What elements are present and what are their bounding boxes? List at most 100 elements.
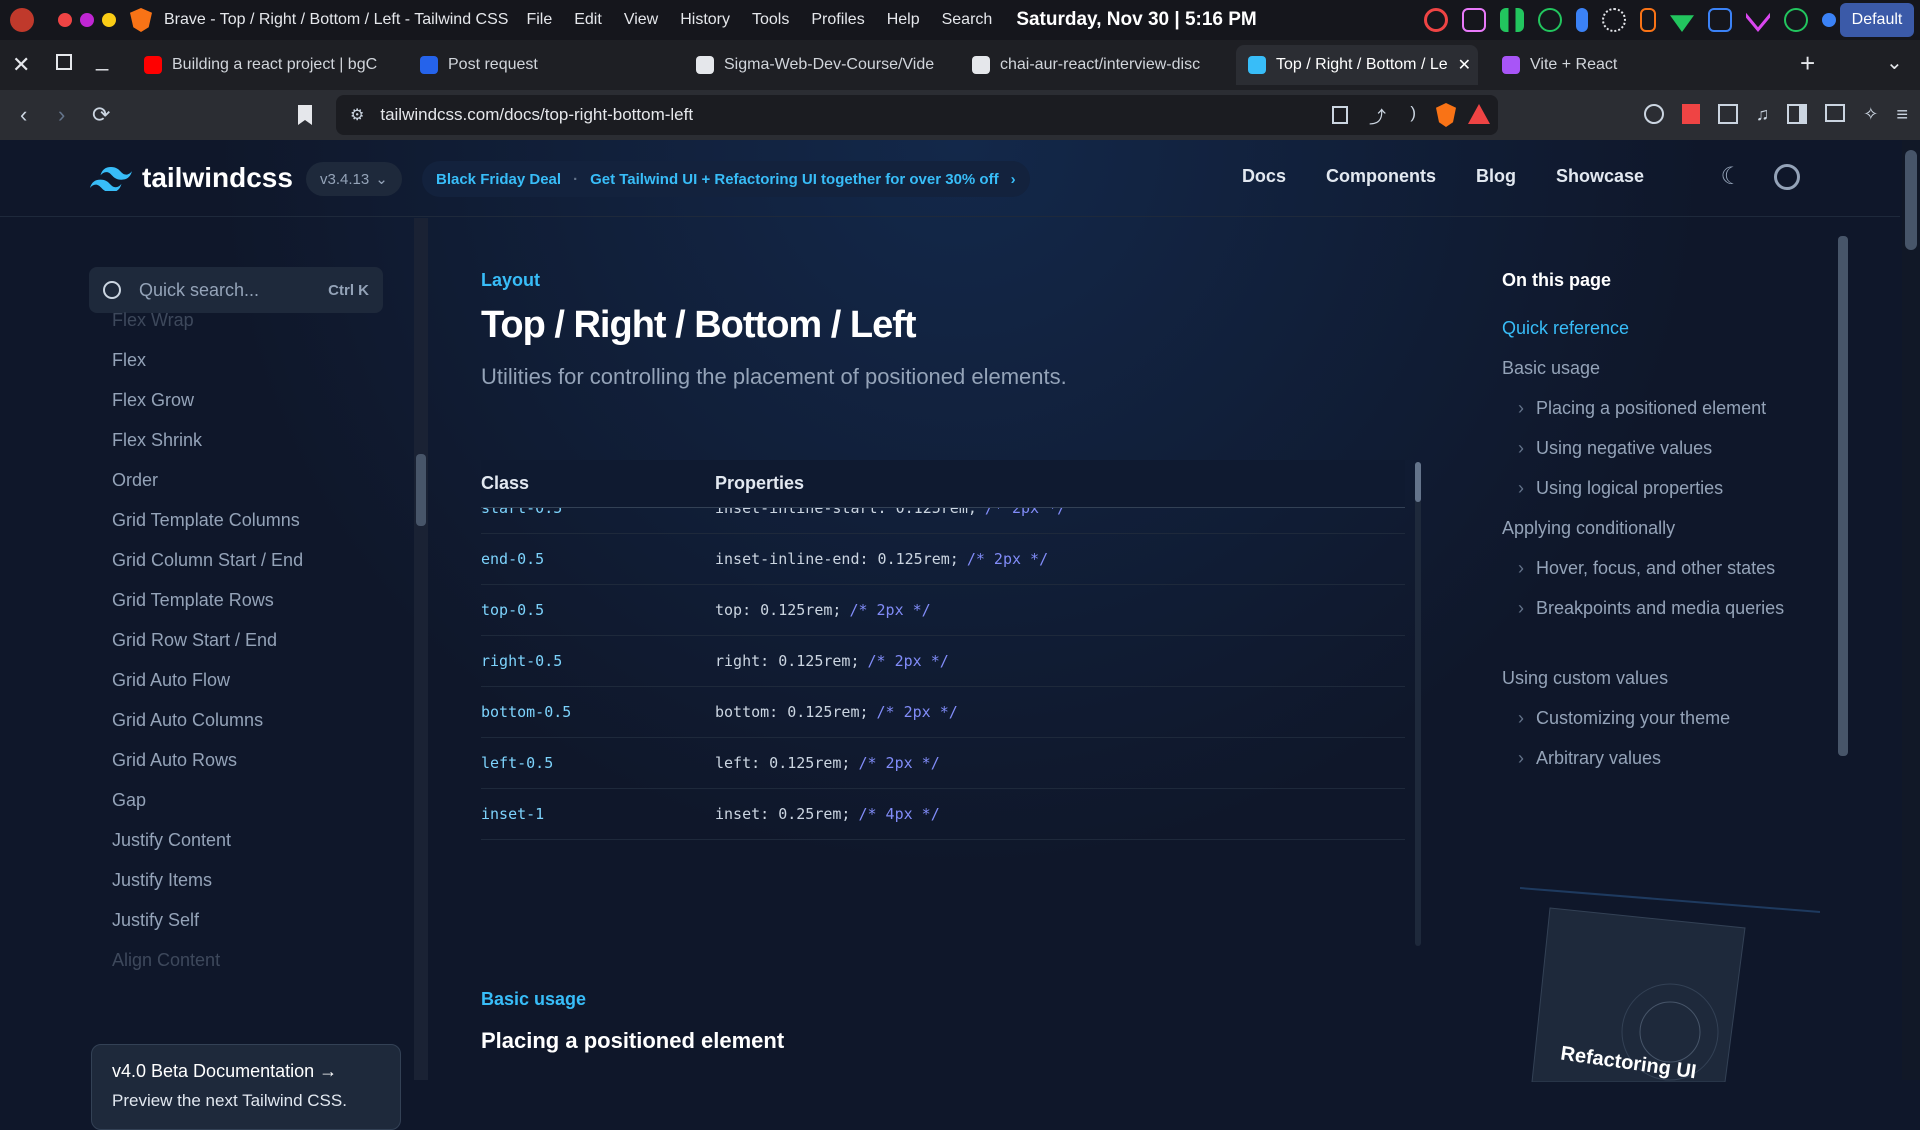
url-field[interactable]: ⚙ tailwindcss.com/docs/top-right-bottom-… [336,95,1498,135]
content-scrollbar-thumb[interactable] [1838,236,1848,756]
rss-icon[interactable]: ) [1410,103,1416,123]
bookmark-icon[interactable] [298,105,312,125]
user-icon[interactable] [1784,8,1808,32]
menu-search[interactable]: Search [942,11,993,29]
apps-icon[interactable] [1822,13,1836,27]
table-scrollbar[interactable] [1415,462,1421,946]
bluetooth-icon[interactable] [1576,8,1588,32]
content-scrollbar[interactable] [1836,220,1850,1080]
menu-history[interactable]: History [680,11,730,29]
sidebar-item-flex-shrink[interactable]: Flex Shrink [112,420,412,460]
tab-list-icon[interactable]: ⌄ [1886,50,1903,75]
menu-tools[interactable]: Tools [752,11,789,29]
github-icon[interactable] [1774,164,1800,190]
nav-blog[interactable]: Blog [1476,166,1516,187]
sidebar-item-grid-template-rows[interactable]: Grid Template Rows [112,580,412,620]
stop-icon[interactable] [1424,8,1448,32]
leo-ai-icon[interactable]: ✧ [1863,104,1878,127]
menu-icon[interactable]: ≡ [1896,104,1908,127]
wifi-icon[interactable] [1670,15,1694,32]
theme-toggle-icon[interactable]: ☾ [1720,162,1742,191]
tab-1[interactable]: Post request [408,45,672,85]
sidebar-scrollbar[interactable] [414,218,428,1080]
brave-shields-icon[interactable] [1436,103,1456,127]
toc-item-using-custom-values[interactable]: Using custom values [1502,663,1668,693]
tab-4[interactable]: Top / Right / Bottom / Le ✕ [1236,45,1478,85]
toc-item-hover-focus-and-other-states[interactable]: Hover, focus, and other states [1502,553,1792,583]
reader-mode-icon[interactable] [1332,106,1348,124]
media-icon[interactable]: ♫ [1756,104,1770,127]
sidebar-scrollbar-thumb[interactable] [416,454,426,526]
refactoring-ui-promo[interactable]: Refactoring UI [1519,882,1821,1083]
sidebar-item-grid-column-start-end[interactable]: Grid Column Start / End [112,540,412,580]
profile-button[interactable]: Default [1840,3,1914,37]
reading-list-icon[interactable] [1681,104,1700,124]
tab-5[interactable]: Vite + React [1490,45,1730,85]
system-menu-icon[interactable] [10,8,34,32]
page-scrollbar[interactable] [1902,140,1920,1080]
toc-item-placing-a-positioned-element[interactable]: Placing a positioned element [1502,393,1792,423]
wallet-icon[interactable] [1825,104,1846,122]
power-icon[interactable] [1708,8,1732,32]
toc-item-using-negative-values[interactable]: Using negative values [1502,433,1792,463]
tab-close-icon[interactable]: ✕ [1458,55,1471,75]
sidebar-item-grid-auto-flow[interactable]: Grid Auto Flow [112,660,412,700]
site-info-icon[interactable]: ⚙ [350,105,364,125]
menu-profiles[interactable]: Profiles [811,11,864,29]
site-logo[interactable]: tailwindcss [90,162,293,194]
nav-docs[interactable]: Docs [1242,166,1286,187]
forward-icon[interactable]: › [58,102,65,128]
sidebar-item-justify-items[interactable]: Justify Items [112,860,412,900]
new-tab-icon[interactable]: + [1800,48,1815,79]
back-icon[interactable]: ‹ [20,102,27,128]
table-body[interactable]: bottom: 0.125rem;/* 2px */start-0.5inset… [481,460,1405,840]
pause-icon[interactable] [1500,8,1524,32]
extensions-icon[interactable] [1717,104,1738,124]
tab-2[interactable]: Sigma-Web-Dev-Course/Vide [684,45,948,85]
table-scrollbar-thumb[interactable] [1415,462,1421,502]
sidebar-item-grid-auto-columns[interactable]: Grid Auto Columns [112,700,412,740]
sidebar-icon[interactable] [1787,104,1808,124]
minimize-icon[interactable]: _ [96,46,108,72]
brightness-icon[interactable] [1602,8,1626,32]
menu-file[interactable]: File [526,11,552,29]
sidebar-item-grid-template-columns[interactable]: Grid Template Columns [112,500,412,540]
tab-0[interactable]: Building a react project | bgC [132,45,396,85]
close-window-button[interactable] [58,13,72,27]
alarm-icon[interactable] [1643,104,1664,124]
sidebar-item-grid-auto-rows[interactable]: Grid Auto Rows [112,740,412,780]
sidebar-item-gap[interactable]: Gap [112,780,412,820]
volume-icon[interactable] [1538,8,1562,32]
toc-item-customizing-your-theme[interactable]: Customizing your theme [1502,703,1792,733]
promo-banner[interactable]: Black Friday Deal · Get Tailwind UI + Re… [422,161,1030,197]
maximize-window-button[interactable] [102,13,116,27]
nav-showcase[interactable]: Showcase [1556,166,1644,187]
nav-components[interactable]: Components [1326,166,1436,187]
tab-3[interactable]: chai-aur-react/interview-disc [960,45,1224,85]
toc-item-arbitrary-values[interactable]: Arbitrary values [1502,743,1792,773]
toc-item-breakpoints-and-media-queries[interactable]: Breakpoints and media queries [1502,593,1792,623]
calendar-icon[interactable] [1462,8,1486,32]
beta-docs-card[interactable]: v4.0 Beta Documentation → Preview the ne… [91,1044,401,1130]
minimize-window-button[interactable] [80,13,94,27]
brave-rewards-icon[interactable] [1468,104,1490,124]
mail-icon[interactable] [1746,12,1770,32]
menu-help[interactable]: Help [887,11,920,29]
version-select[interactable]: v3.4.13 ⌄ [306,162,402,196]
battery-icon[interactable] [1640,8,1656,32]
sidebar-item-flex[interactable]: Flex [112,340,412,380]
sidebar-item-justify-self[interactable]: Justify Self [112,900,412,940]
toc-item-using-logical-properties[interactable]: Using logical properties [1502,473,1792,503]
menu-view[interactable]: View [624,11,658,29]
sidebar-item-justify-content[interactable]: Justify Content [112,820,412,860]
toc-item-basic-usage[interactable]: Basic usage [1502,353,1600,383]
share-icon[interactable]: ⤴ [1369,103,1386,128]
menu-edit[interactable]: Edit [574,11,602,29]
toc-item-quick-reference[interactable]: Quick reference [1502,313,1629,343]
reload-icon[interactable]: ⟳ [92,102,110,128]
close-icon[interactable]: ✕ [12,52,30,78]
toc-item-applying-conditionally[interactable]: Applying conditionally [1502,513,1675,543]
sidebar-item-align-content[interactable]: Align Content [112,940,412,980]
sidebar-item-grid-row-start-end[interactable]: Grid Row Start / End [112,620,412,660]
page-scrollbar-thumb[interactable] [1905,150,1917,250]
